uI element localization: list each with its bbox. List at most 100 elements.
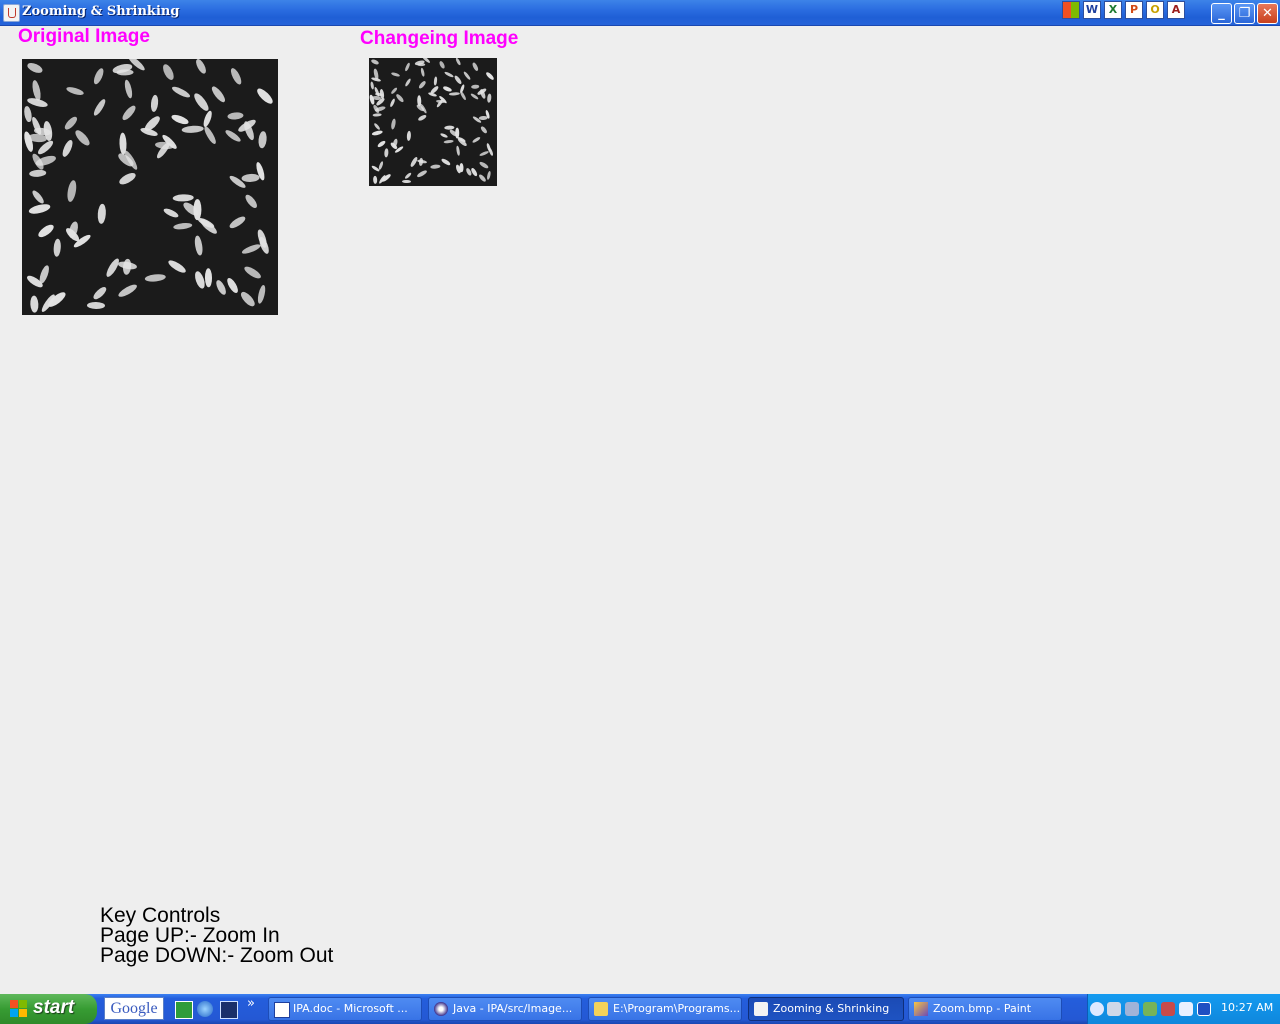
rice-grain <box>255 284 267 304</box>
tray-expand-icon[interactable] <box>1090 1002 1104 1016</box>
access-shortcut-icon[interactable]: A <box>1167 1 1185 19</box>
rice-grain <box>372 113 382 118</box>
google-search-box[interactable]: Google <box>104 997 164 1020</box>
rice-grain <box>172 194 194 203</box>
rice-grain <box>202 110 214 129</box>
original-rice-image <box>22 59 278 315</box>
rice-grain <box>65 179 78 203</box>
outlook-shortcut-icon[interactable]: O <box>1146 1 1164 19</box>
quicklaunch-overflow-chevron[interactable]: » <box>247 996 255 1011</box>
rice-grain <box>65 85 85 97</box>
rice-grain <box>160 62 176 82</box>
rice-grain <box>479 124 488 134</box>
taskbar-item-paint[interactable]: Zoom.bmp - Paint <box>908 997 1062 1021</box>
rice-grain <box>228 214 247 230</box>
rice-grain <box>92 97 108 118</box>
rice-grain <box>470 166 479 177</box>
office-shortcut-icon[interactable] <box>1062 1 1080 19</box>
folder-icon <box>594 1002 608 1016</box>
minimize-button[interactable]: _ <box>1211 3 1232 24</box>
clock[interactable]: 10:27 AM <box>1221 1001 1273 1014</box>
rice-grain <box>472 61 480 72</box>
disconnected-network-icon[interactable] <box>1161 1002 1175 1016</box>
taskbar-item-eclipse[interactable]: Java - IPA/src/Image... <box>428 997 582 1021</box>
rice-grain <box>373 176 378 185</box>
rice-grain <box>243 192 260 211</box>
close-button[interactable]: ✕ <box>1257 3 1278 24</box>
rice-grain <box>202 124 219 146</box>
rice-grain <box>403 171 413 180</box>
rice-grain <box>28 169 47 178</box>
rice-grain <box>26 60 44 75</box>
rice-grain <box>443 70 454 78</box>
rice-grain <box>61 138 75 158</box>
bluetooth-icon[interactable] <box>1197 1002 1211 1016</box>
java-app-icon[interactable] <box>3 4 20 22</box>
rice-grain <box>91 66 106 86</box>
rice-grain <box>181 125 204 134</box>
rice-grain <box>376 139 386 149</box>
taskbar-item-explorer[interactable]: E:\Program\Programs... <box>588 997 742 1021</box>
key-controls-help: Key Controls Page UP:- Zoom In Page DOWN… <box>100 904 334 967</box>
rice-grain <box>419 67 425 78</box>
office-quick-bar: W X P O A <box>1062 1 1185 21</box>
network-icon-2[interactable] <box>1125 1002 1139 1016</box>
rice-grain <box>455 58 462 67</box>
rice-grain <box>384 147 389 158</box>
changing-rice-image <box>369 58 497 186</box>
rice-grain <box>28 202 52 215</box>
start-button[interactable]: start <box>0 994 97 1024</box>
eclipse-icon <box>434 1002 448 1016</box>
rice-grain <box>194 59 208 76</box>
restore-button[interactable]: ❐ <box>1234 3 1255 24</box>
rice-grain <box>225 276 241 296</box>
rice-grain <box>404 77 412 88</box>
rice-grain <box>462 70 472 81</box>
excel-shortcut-icon[interactable]: X <box>1104 1 1122 19</box>
rice-grain <box>123 78 134 99</box>
rice-grain <box>444 139 455 144</box>
rice-grain <box>377 160 384 171</box>
taskbar-item-word[interactable]: IPA.doc - Microsoft ... <box>268 997 422 1021</box>
rice-grain <box>30 188 46 206</box>
word-shortcut-icon[interactable]: W <box>1083 1 1101 19</box>
rice-grain <box>162 207 180 220</box>
rice-grain <box>455 145 460 157</box>
key-controls-heading: Key Controls <box>100 904 221 927</box>
java-icon <box>754 1002 768 1016</box>
rice-grain <box>204 268 212 288</box>
rice-grain <box>194 234 204 256</box>
powerpoint-shortcut-icon[interactable]: P <box>1125 1 1143 19</box>
quicklaunch-app-icon[interactable] <box>175 1001 193 1019</box>
rice-grain <box>240 242 262 256</box>
page-down-instruction: Page DOWN:- Zoom Out <box>100 944 334 967</box>
rice-grain <box>403 61 411 72</box>
quicklaunch-desktop-icon[interactable] <box>220 1001 238 1019</box>
rice-grain <box>433 75 438 85</box>
rice-grain <box>38 263 52 284</box>
rice-grain <box>73 128 93 148</box>
rice-grain <box>471 84 480 89</box>
rice-grain <box>104 256 122 279</box>
rice-grain <box>209 84 228 104</box>
rice-grain <box>477 173 487 183</box>
rice-grain <box>390 71 401 77</box>
rice-grain <box>430 164 441 170</box>
rice-grain <box>226 111 244 121</box>
rice-grain <box>453 74 464 85</box>
rice-grain <box>472 135 482 144</box>
rice-grain <box>390 118 397 130</box>
antivirus-icon[interactable] <box>1143 1002 1157 1016</box>
rice-grain <box>417 114 427 122</box>
changing-image-label: Changeing Image <box>360 28 519 49</box>
taskbar-item-label: E:\Program\Programs... <box>613 1002 741 1015</box>
taskbar-item-zooming[interactable]: Zooming & Shrinking <box>748 997 904 1021</box>
taskbar: start Google » IPA.doc - Microsoft ... J… <box>0 994 1280 1024</box>
rice-grain <box>191 91 211 113</box>
network-icon[interactable] <box>1107 1002 1121 1016</box>
rice-grain <box>116 282 139 300</box>
quicklaunch-browser-icon[interactable] <box>197 1001 213 1017</box>
rice-grain <box>257 130 268 149</box>
rice-grain <box>438 59 446 70</box>
safely-remove-icon[interactable] <box>1179 1002 1193 1016</box>
